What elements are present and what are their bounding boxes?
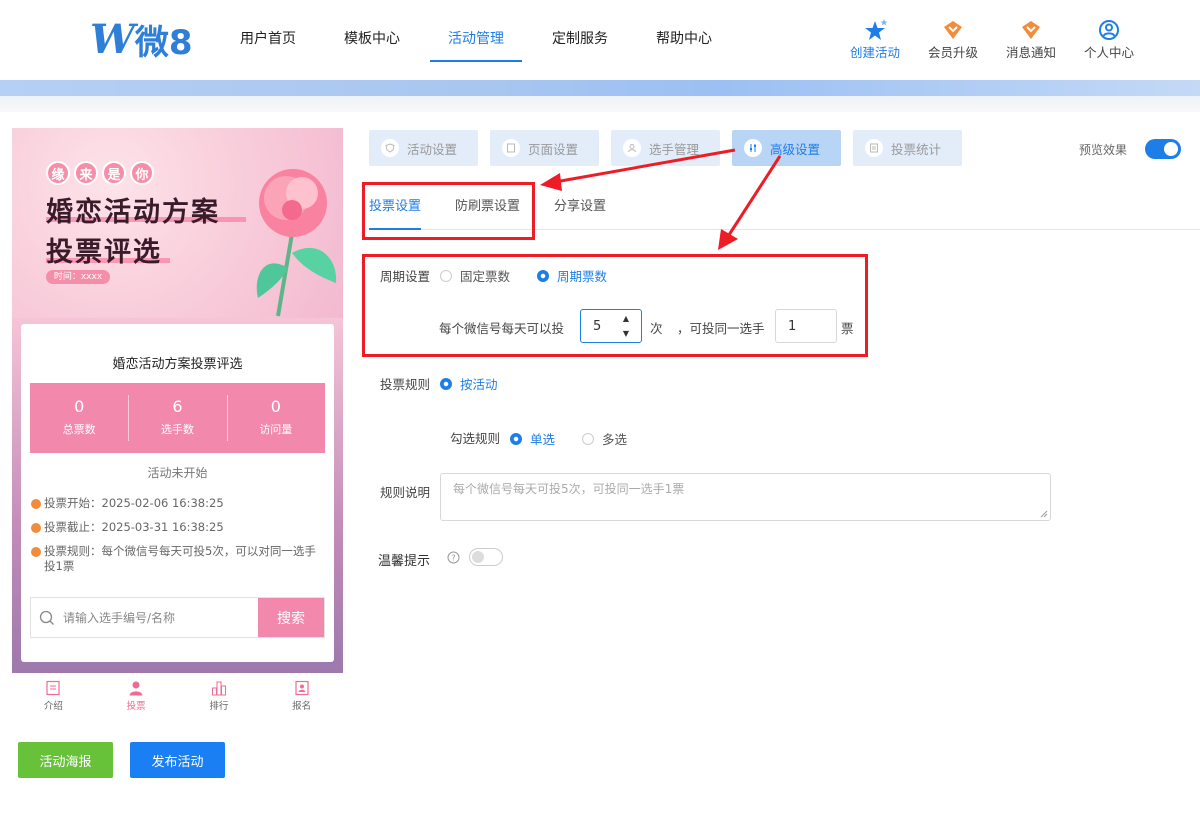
arrow-head-icon [718,229,738,250]
annotation-arrow [554,148,736,184]
annotation-arrow [725,155,782,239]
arrow-head-icon [540,173,562,191]
annotation-arrows [540,148,782,250]
